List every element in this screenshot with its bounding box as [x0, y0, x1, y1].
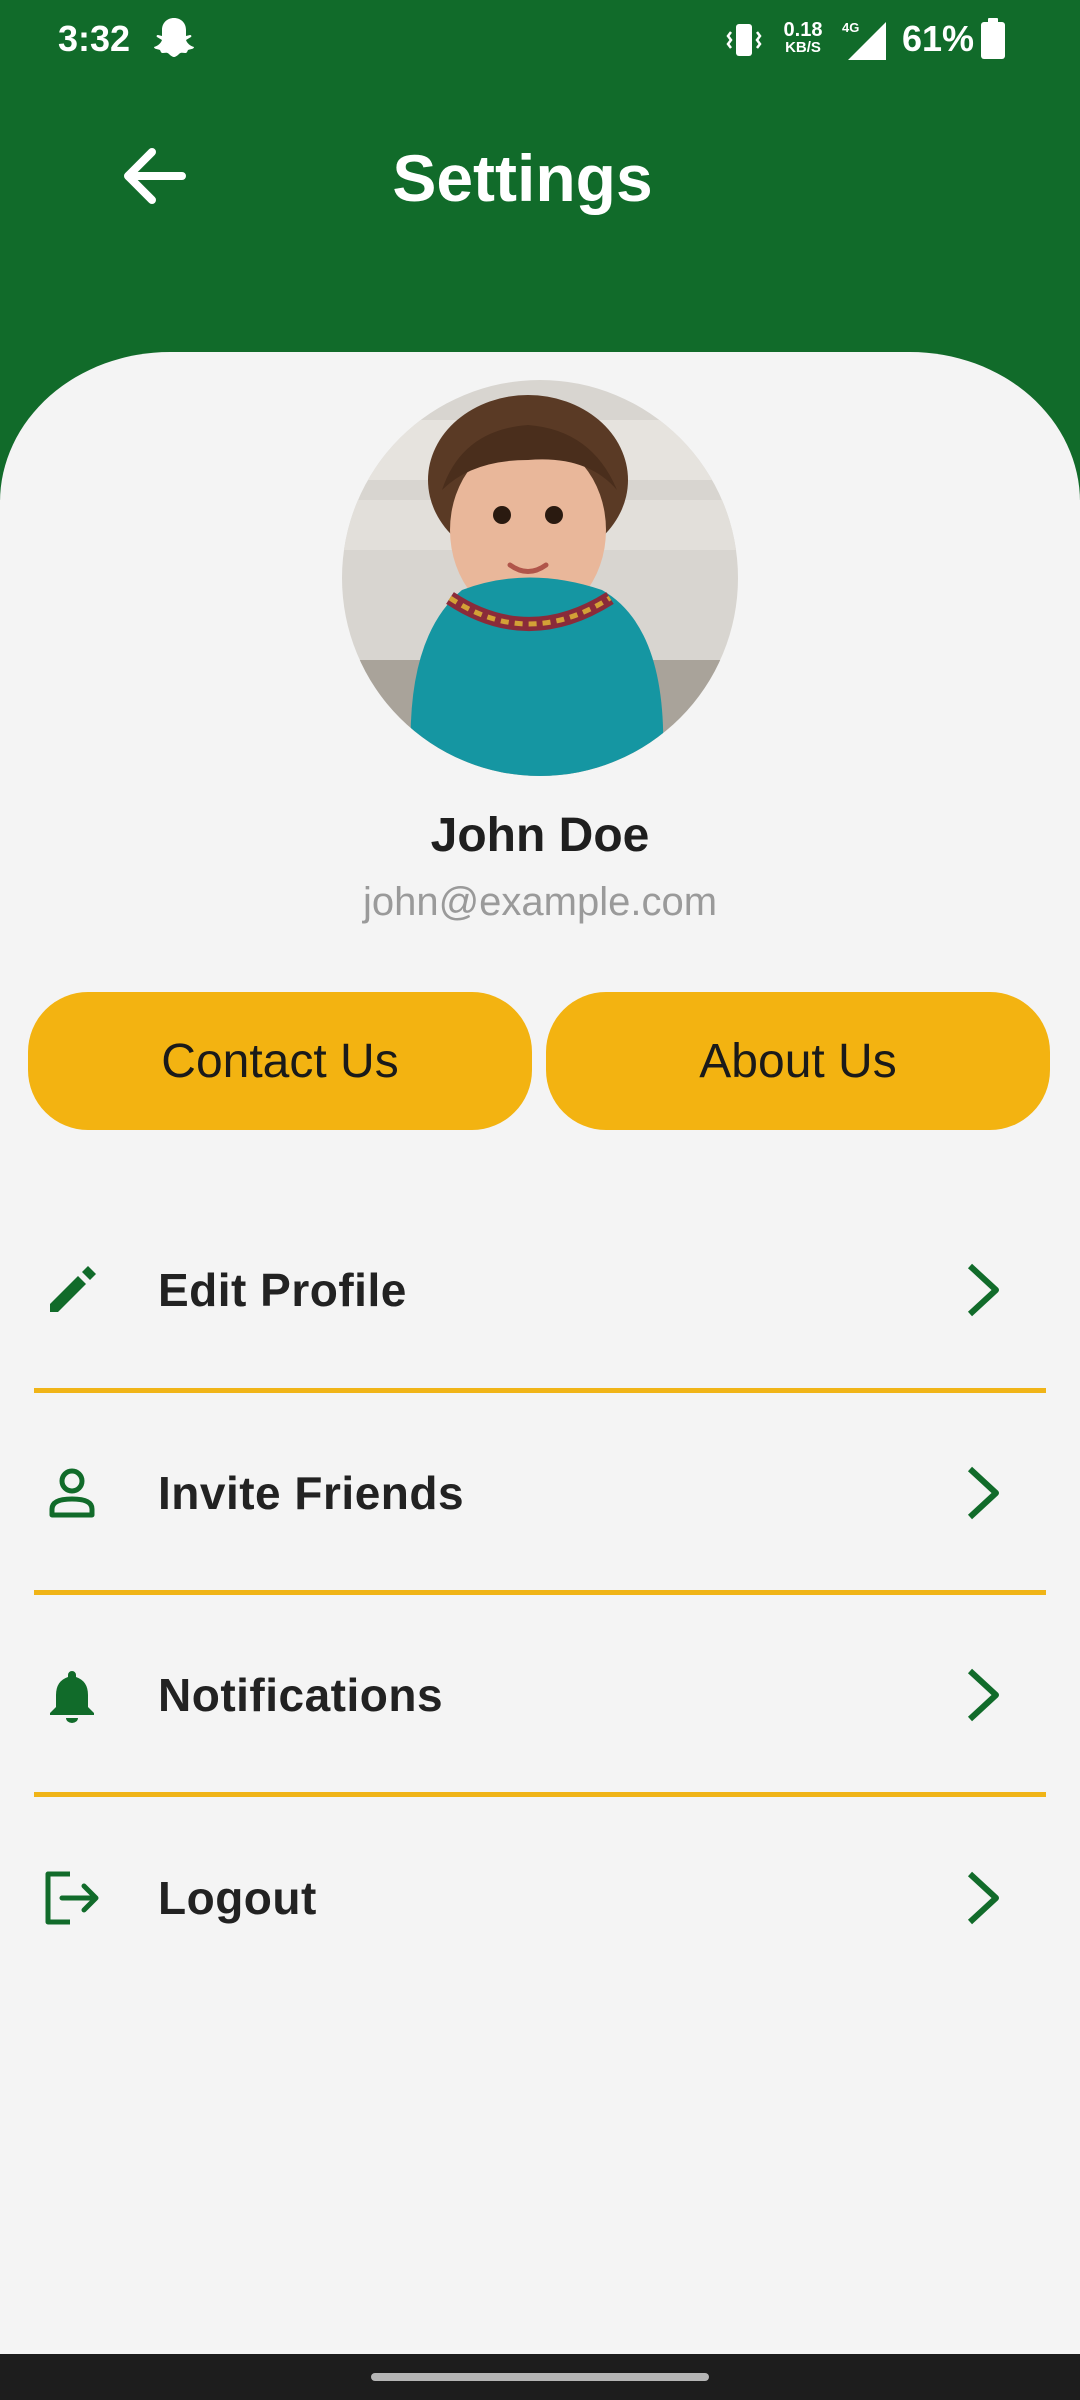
arrow-left-icon: [124, 148, 186, 204]
contact-us-button[interactable]: Contact Us: [28, 992, 532, 1130]
menu-item-invite-friends[interactable]: Invite Friends: [34, 1413, 1046, 1573]
pencil-icon: [42, 1260, 102, 1320]
status-bar: 3:32 0.18 KB/S 4G 61%: [0, 0, 1080, 80]
network-type-label: 4G: [842, 20, 859, 35]
network-speed-value: 0.18: [783, 19, 823, 41]
back-button[interactable]: [106, 128, 202, 224]
network-speed: 0.18 KB/S: [778, 20, 828, 56]
system-nav-bar: [0, 2354, 1080, 2400]
signal-icon: 4G: [842, 20, 886, 60]
user-email: john@example.com: [362, 880, 718, 924]
menu-item-label: Edit Profile: [158, 1264, 407, 1316]
vibrate-icon: [726, 24, 762, 56]
menu-divider: [34, 1792, 1046, 1797]
menu-divider: [34, 1388, 1046, 1393]
menu-item-logout[interactable]: Logout: [34, 1818, 1046, 1978]
about-us-button[interactable]: About Us: [546, 992, 1050, 1130]
network-speed-unit: KB/S: [785, 39, 821, 56]
menu-item-label: Invite Friends: [158, 1467, 465, 1519]
bell-icon: [42, 1665, 102, 1725]
menu-item-label: Notifications: [158, 1669, 444, 1721]
page-title: Settings: [392, 141, 653, 215]
logout-icon: [42, 1868, 102, 1928]
chevron-right-icon: [967, 1871, 999, 1925]
status-time: 3:32: [58, 18, 131, 59]
person-icon: [42, 1463, 102, 1523]
chevron-right-icon: [967, 1466, 999, 1520]
user-name: John Doe: [430, 809, 650, 862]
menu-divider: [34, 1590, 1046, 1595]
menu-item-notifications[interactable]: Notifications: [34, 1615, 1046, 1775]
chevron-right-icon: [967, 1668, 999, 1722]
chevron-right-icon: [967, 1263, 999, 1317]
snapchat-icon: [154, 18, 194, 57]
menu-item-edit-profile[interactable]: Edit Profile: [34, 1210, 1046, 1370]
home-indicator[interactable]: [371, 2373, 709, 2381]
menu-item-label: Logout: [158, 1872, 317, 1924]
avatar[interactable]: [342, 380, 738, 776]
battery-percent: 61%: [902, 18, 975, 59]
avatar-photo: [342, 380, 738, 776]
battery-icon: [981, 18, 1005, 59]
